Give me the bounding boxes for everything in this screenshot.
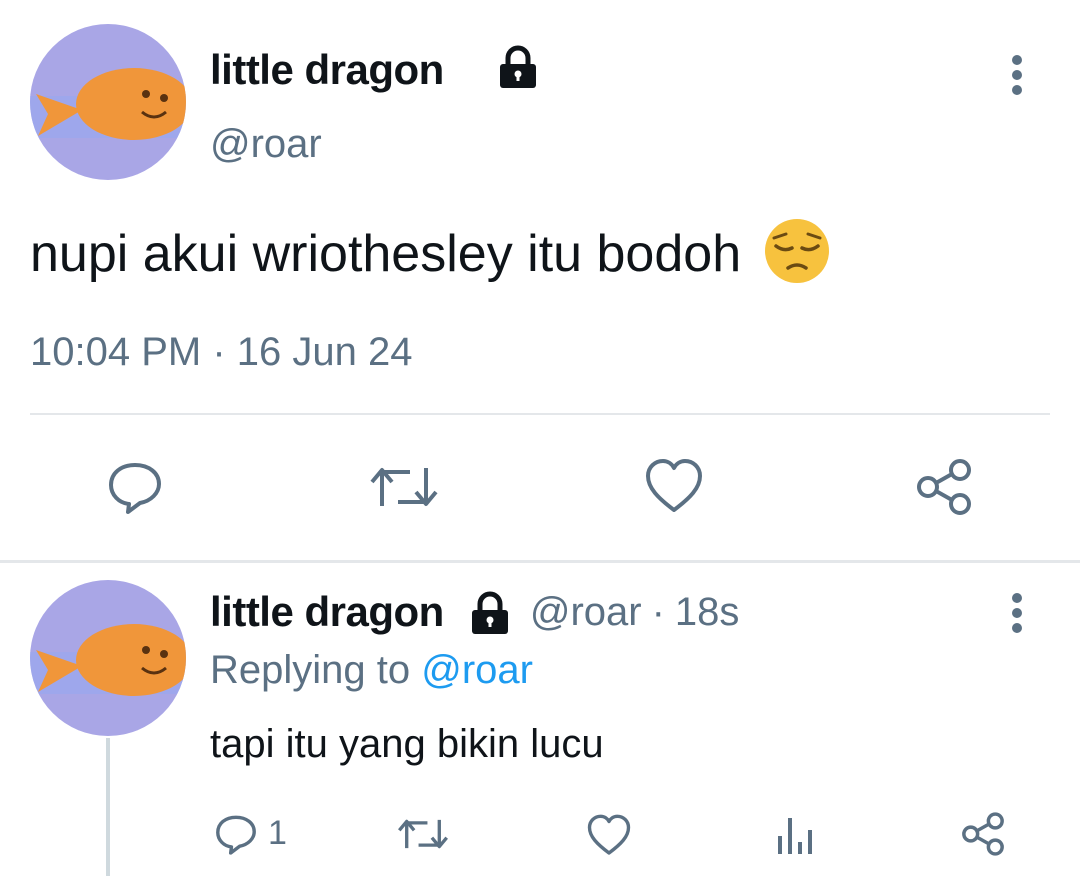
more-icon[interactable] bbox=[1006, 54, 1028, 98]
author-name[interactable]: little dragon bbox=[210, 46, 444, 94]
retweet-icon[interactable] bbox=[396, 814, 450, 854]
reply-icon[interactable] bbox=[214, 812, 258, 856]
lock-icon bbox=[466, 588, 514, 636]
share-icon[interactable] bbox=[960, 810, 1006, 858]
reply-avatar[interactable] bbox=[30, 580, 186, 736]
like-icon[interactable] bbox=[644, 458, 704, 514]
reply-time[interactable]: 18s bbox=[675, 590, 740, 635]
author-handle[interactable]: @roar bbox=[210, 122, 322, 167]
reply-text: tapi itu yang bikin lucu bbox=[210, 722, 604, 766]
share-icon[interactable] bbox=[914, 456, 974, 518]
like-icon[interactable] bbox=[586, 814, 632, 856]
reply-icon[interactable] bbox=[106, 458, 164, 516]
tweet-timestamp[interactable]: 10:04 PM · 16 Jun 24 bbox=[30, 330, 412, 375]
avatar[interactable] bbox=[30, 24, 186, 180]
reply-header: little dragon @roar · 18s bbox=[210, 588, 739, 636]
more-icon[interactable] bbox=[1006, 592, 1028, 636]
pensive-emoji-icon bbox=[762, 216, 832, 299]
analytics-icon[interactable] bbox=[776, 814, 816, 856]
retweet-icon[interactable] bbox=[368, 460, 440, 514]
reply-author-name[interactable]: little dragon bbox=[210, 588, 444, 636]
reply-author-handle[interactable]: @roar bbox=[530, 590, 642, 635]
reply-count: 1 bbox=[268, 814, 287, 852]
thread-line bbox=[106, 738, 110, 876]
replying-to: Replying to @roar bbox=[210, 648, 533, 693]
fish-avatar-icon bbox=[36, 68, 186, 140]
fish-avatar-icon bbox=[36, 624, 186, 696]
separator-dot: · bbox=[651, 589, 665, 634]
lock-icon bbox=[494, 42, 542, 90]
tweet-text: nupi akui wriothesley itu bodoh bbox=[30, 216, 832, 299]
replying-prefix: Replying to bbox=[210, 648, 411, 692]
replying-to-link[interactable]: @roar bbox=[421, 648, 533, 692]
divider bbox=[30, 413, 1050, 415]
section-divider bbox=[0, 560, 1080, 563]
